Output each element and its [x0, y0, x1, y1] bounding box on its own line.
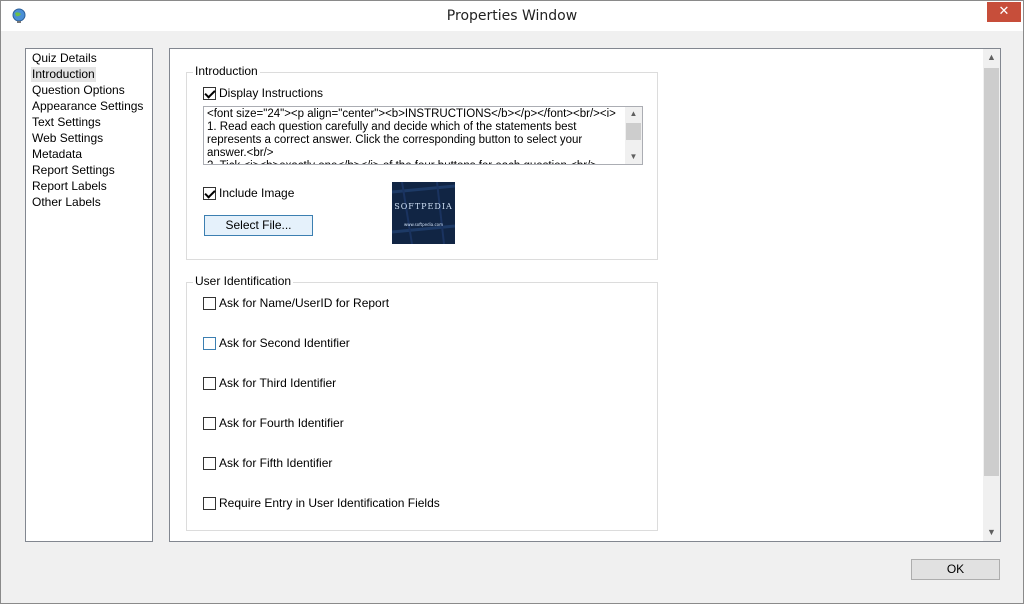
- nav-item-question-options[interactable]: Question Options: [31, 83, 126, 98]
- user-identification-group-title: User Identification: [193, 274, 294, 289]
- nav-item-report-settings[interactable]: Report Settings: [31, 163, 116, 178]
- ask-name-checkbox[interactable]: [203, 297, 216, 310]
- ask-third-identifier-label: Ask for Third Identifier: [219, 376, 337, 390]
- scroll-up-icon[interactable]: ▲: [625, 107, 642, 121]
- window-title: Properties Window: [446, 8, 578, 24]
- ask-third-identifier-checkbox[interactable]: [203, 377, 216, 390]
- ask-name-label: Ask for Name/UserID for Report: [219, 296, 390, 310]
- instructions-textarea[interactable]: <font size="24"><p align="center"><b>INS…: [203, 106, 643, 165]
- require-entry-label: Require Entry in User Identification Fie…: [219, 496, 440, 510]
- category-list[interactable]: Quiz Details Introduction Question Optio…: [25, 48, 153, 542]
- select-file-button[interactable]: Select File...: [204, 215, 313, 236]
- nav-item-appearance-settings[interactable]: Appearance Settings: [31, 99, 144, 114]
- title-bar: Properties Window ✕: [1, 1, 1023, 31]
- nav-item-other-labels[interactable]: Other Labels: [31, 195, 102, 210]
- preview-texture: [392, 182, 455, 244]
- nav-item-quiz-details[interactable]: Quiz Details: [31, 51, 98, 66]
- ask-fifth-identifier-label: Ask for Fifth Identifier: [219, 456, 333, 470]
- properties-panel: Introduction Display Instructions <font …: [169, 48, 1001, 542]
- require-entry-checkbox[interactable]: [203, 497, 216, 510]
- introduction-group: Introduction Display Instructions <font …: [186, 64, 658, 260]
- user-identification-group: User Identification Ask for Name/UserID …: [186, 274, 658, 531]
- scroll-down-icon[interactable]: ▼: [625, 150, 642, 164]
- display-instructions-label: Display Instructions: [219, 86, 324, 100]
- instructions-text: <font size="24"><p align="center"><b>INS…: [207, 108, 616, 164]
- close-button[interactable]: ✕: [987, 2, 1021, 22]
- ask-second-identifier-checkbox[interactable]: [203, 337, 216, 350]
- nav-item-introduction[interactable]: Introduction: [31, 67, 96, 82]
- include-image-checkbox[interactable]: [203, 187, 216, 200]
- nav-item-web-settings[interactable]: Web Settings: [31, 131, 104, 146]
- panel-scroll-thumb[interactable]: [984, 68, 999, 476]
- preview-logo-text: SOFTPEDIA: [394, 202, 453, 211]
- ask-fourth-identifier-checkbox[interactable]: [203, 417, 216, 430]
- ask-fifth-identifier-checkbox[interactable]: [203, 457, 216, 470]
- nav-item-report-labels[interactable]: Report Labels: [31, 179, 108, 194]
- display-instructions-checkbox[interactable]: [203, 87, 216, 100]
- instructions-scroll-thumb[interactable]: [626, 123, 641, 140]
- image-preview: SOFTPEDIA www.softpedia.com: [392, 182, 455, 244]
- introduction-group-title: Introduction: [193, 64, 260, 79]
- panel-scroll-down-icon[interactable]: ▼: [983, 524, 1000, 541]
- panel-scroll-up-icon[interactable]: ▲: [983, 49, 1000, 66]
- ask-fourth-identifier-label: Ask for Fourth Identifier: [219, 416, 344, 430]
- preview-url-text: www.softpedia.com: [403, 222, 444, 227]
- instructions-scrollbar[interactable]: ▲ ▼: [625, 107, 642, 164]
- ask-second-identifier-label: Ask for Second Identifier: [219, 336, 350, 350]
- include-image-label: Include Image: [219, 186, 295, 200]
- properties-window: Properties Window ✕ Quiz Details Introdu…: [0, 0, 1024, 604]
- ok-button[interactable]: OK: [911, 559, 1000, 580]
- panel-scrollbar[interactable]: ▲ ▼: [983, 49, 1000, 541]
- close-icon: ✕: [998, 4, 1010, 19]
- nav-item-text-settings[interactable]: Text Settings: [31, 115, 102, 130]
- nav-item-metadata[interactable]: Metadata: [31, 147, 83, 162]
